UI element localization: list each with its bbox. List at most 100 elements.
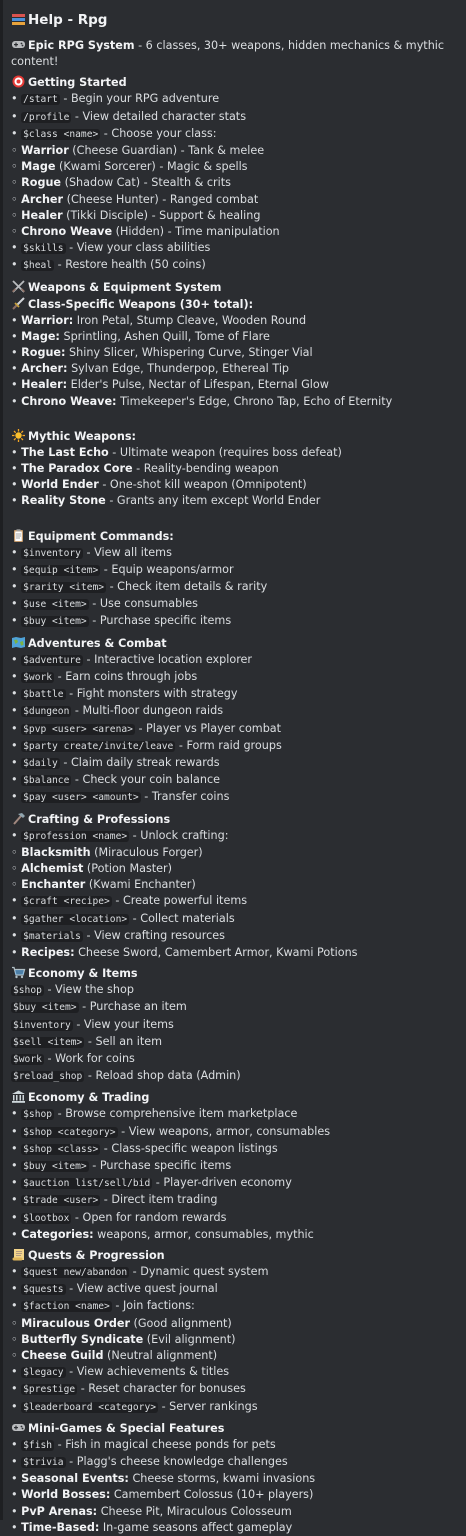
list-item: • /start - Begin your RPG adventure bbox=[11, 91, 458, 108]
bullet: • bbox=[11, 1227, 22, 1241]
item-name: Mage: bbox=[21, 329, 60, 343]
item-description: (Kwami Enchanter) bbox=[85, 878, 196, 892]
bullet: • bbox=[11, 126, 22, 140]
bullet: • bbox=[11, 1299, 22, 1313]
bullet: • bbox=[11, 329, 22, 343]
list-item: • Seasonal Events: Cheese storms, kwami … bbox=[11, 1471, 458, 1487]
item-name: Rogue: bbox=[21, 346, 66, 360]
list-item: • $craft <recipe> - Create powerful item… bbox=[11, 893, 458, 910]
list-item: • $shop - Browse comprehensive item mark… bbox=[11, 1106, 458, 1123]
item-description: - Create powerful items bbox=[111, 894, 248, 908]
bullet: • bbox=[11, 258, 22, 272]
item-description: - Sell an item bbox=[84, 1034, 162, 1048]
item-description: Cheese Sword, Camembert Armor, Kwami Pot… bbox=[74, 945, 358, 959]
heading-weapons: Weapons & Equipment System bbox=[11, 279, 458, 296]
item-description: - View all items bbox=[82, 545, 172, 559]
command-code: $shop bbox=[11, 985, 44, 997]
bullet: • bbox=[11, 313, 22, 327]
bullet: • bbox=[11, 1488, 22, 1502]
list-item: • $profession <name> - Unlock crafting: bbox=[11, 828, 458, 845]
item-description: - View weapons, armor, consumables bbox=[117, 1124, 331, 1138]
item-description: - Fight monsters with strategy bbox=[65, 687, 238, 701]
command-code: $leaderboard <category> bbox=[21, 1401, 159, 1413]
section-weapons: • Warrior: Iron Petal, Stump Cleave, Woo… bbox=[11, 313, 458, 410]
item-description: - One-shot kill weapon (Omnipotent) bbox=[98, 478, 307, 492]
list-item: ◦ Blacksmith (Miraculous Forger) bbox=[11, 845, 458, 861]
list-item: • $quest new/abandon - Dynamic quest sys… bbox=[11, 1264, 458, 1281]
item-name: Alchemist bbox=[21, 861, 84, 875]
list-item: • $daily - Claim daily streak rewards bbox=[11, 755, 458, 772]
direct-hit-icon bbox=[11, 75, 26, 88]
item-description: Sprintling, Ashen Quill, Tome of Flare bbox=[59, 329, 270, 343]
list-item: • $trade <user> - Direct item trading bbox=[11, 1192, 458, 1209]
sub-bullet: ◦ bbox=[11, 160, 22, 174]
item-name: Healer: bbox=[21, 378, 68, 392]
heading-mythic: Mythic Weapons: bbox=[11, 428, 458, 445]
bullet: • bbox=[11, 394, 22, 408]
item-description: (Neutral alignment) bbox=[103, 1349, 218, 1362]
item-description: - Plagg's cheese knowledge challenges bbox=[65, 1455, 288, 1469]
crossed-swords-icon bbox=[11, 280, 26, 293]
item-description: - Purchase specific items bbox=[88, 614, 232, 628]
item-name: The Paradox Core bbox=[21, 462, 133, 476]
item-description: Sylvan Edge, Thunderpop, Ethereal Tip bbox=[67, 362, 290, 376]
section-minigames: • $fish - Fish in magical cheese ponds f… bbox=[11, 1437, 458, 1536]
bullet: • bbox=[11, 1210, 22, 1224]
bullet: • bbox=[11, 1193, 22, 1207]
embed-intro: Epic RPG System - 6 classes, 30+ weapons… bbox=[11, 38, 458, 70]
command-code: $lootbox bbox=[21, 1212, 72, 1224]
command-code: $gather <location> bbox=[21, 913, 130, 925]
item-description: weapons, armor, consumables, mythic bbox=[93, 1227, 314, 1241]
item-description: - Ultimate weapon (requires boss defeat) bbox=[108, 445, 342, 459]
item-name: Archer bbox=[21, 192, 64, 206]
list-item: • $battle - Fight monsters with strategy bbox=[11, 686, 458, 703]
heading-adventures: Adventures & Combat bbox=[11, 635, 458, 652]
item-description: - Interactive location explorer bbox=[82, 652, 253, 666]
list-item: • $rarity <item> - Check item details & … bbox=[11, 579, 458, 596]
command-code: $heal bbox=[21, 260, 55, 272]
sub-bullet: ◦ bbox=[11, 225, 22, 239]
item-description: In-game seasons affect gameplay bbox=[99, 1520, 293, 1534]
item-description: - Direct item trading bbox=[100, 1193, 218, 1207]
command-code: $legacy bbox=[21, 1367, 66, 1379]
bullet: • bbox=[11, 704, 22, 718]
item-description: - Dynamic quest system bbox=[129, 1264, 269, 1278]
item-description: - Reset character for bonuses bbox=[77, 1382, 246, 1396]
list-item: • $quests - View active quest journal bbox=[11, 1281, 458, 1298]
item-name: Chrono Weave bbox=[21, 225, 113, 239]
intro-bold: Epic RPG System bbox=[28, 39, 135, 52]
item-description: - Server rankings bbox=[158, 1399, 258, 1413]
command-code: $materials bbox=[21, 930, 83, 942]
list-item: $sell <item> - Sell an item bbox=[11, 1034, 458, 1051]
command-code: $rarity <item> bbox=[21, 582, 107, 594]
shopping-cart-icon bbox=[11, 966, 26, 979]
bullet: • bbox=[11, 445, 22, 459]
list-item: ◦ Butterfly Syndicate (Evil alignment) bbox=[11, 1332, 458, 1348]
bullet: • bbox=[11, 1141, 22, 1155]
bullet: • bbox=[11, 92, 22, 106]
command-code: $reload_shop bbox=[11, 1071, 85, 1083]
command-code: $auction list/sell/bid bbox=[21, 1178, 153, 1190]
sub-bullet: ◦ bbox=[11, 1349, 22, 1362]
item-description: - Check your coin balance bbox=[71, 773, 221, 787]
bullet: • bbox=[11, 109, 22, 123]
list-item: • Reality Stone - Grants any item except… bbox=[11, 493, 458, 509]
section-economy-trading: • $shop - Browse comprehensive item mark… bbox=[11, 1106, 458, 1243]
list-item: • $fish - Fish in magical cheese ponds f… bbox=[11, 1437, 458, 1454]
item-description: (Shadow Cat) - Stealth & crits bbox=[61, 176, 231, 190]
command-code: $quest new/abandon bbox=[21, 1266, 130, 1278]
command-code: $work bbox=[21, 671, 55, 683]
list-item: ◦ Cheese Guild (Neutral alignment) bbox=[11, 1348, 458, 1364]
list-item: • The Last Echo - Ultimate weapon (requi… bbox=[11, 445, 458, 461]
item-description: - Browse comprehensive item marketplace bbox=[54, 1107, 298, 1121]
list-item: • Chrono Weave: Timekeeper's Edge, Chron… bbox=[11, 394, 458, 410]
item-description: (Tikki Disciple) - Support & healing bbox=[62, 208, 261, 222]
list-item: • Categories: weapons, armor, consumable… bbox=[11, 1227, 458, 1243]
list-item: $work - Work for coins bbox=[11, 1051, 458, 1068]
item-description: - Reload shop data (Admin) bbox=[84, 1069, 241, 1083]
item-description: (Miraculous Forger) bbox=[90, 845, 203, 859]
command-code: $shop <category> bbox=[21, 1126, 118, 1138]
sub-bullet: ◦ bbox=[11, 192, 22, 206]
bullet: • bbox=[11, 1437, 22, 1451]
bullet: • bbox=[11, 1455, 22, 1469]
